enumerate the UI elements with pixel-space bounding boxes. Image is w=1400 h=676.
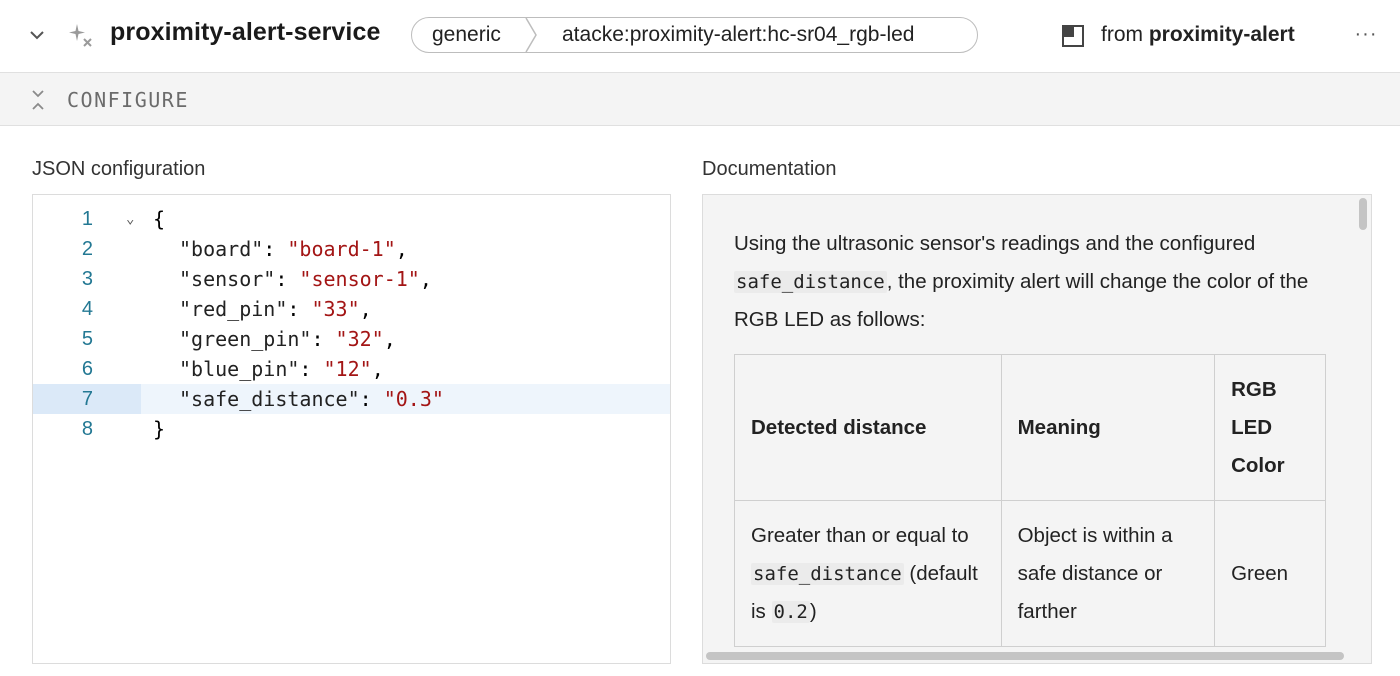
module-name: proximity-alert	[1148, 23, 1295, 46]
line-number: 2	[81, 238, 93, 260]
inline-code: safe_distance	[734, 271, 887, 293]
documentation-panel: Using the ultrasonic sensor's readings a…	[702, 194, 1372, 664]
table-header: RGB LED Color	[1214, 354, 1326, 501]
api-model-breadcrumb: generic atacke:proximity-alert:hc-sr04_r…	[411, 17, 978, 53]
api-type-label: generic	[432, 23, 501, 46]
module-square-icon	[1062, 25, 1084, 47]
table-cell: Green	[1214, 500, 1326, 647]
code-line: 6 "blue_pin": "12",	[33, 354, 670, 384]
table-header: Detected distance	[734, 354, 1002, 501]
collapse-arrows-icon[interactable]	[28, 88, 48, 112]
line-number: 4	[81, 298, 93, 320]
sparkle-service-icon	[66, 22, 94, 50]
docs-intro-text: Using the ultrasonic sensor's readings a…	[734, 225, 1314, 339]
inline-code: 0.2	[771, 600, 810, 623]
documentation-title: Documentation	[702, 158, 837, 180]
json-key: "sensor"	[179, 267, 276, 291]
line-number: 8	[81, 418, 93, 440]
configure-section-toggle[interactable]: CONFIGURE	[0, 72, 1400, 126]
json-value: "33"	[311, 297, 360, 321]
json-value: "0.3"	[383, 387, 444, 411]
line-number: 3	[81, 268, 93, 290]
docs-vertical-scrollbar[interactable]	[1359, 198, 1367, 230]
service-name[interactable]: proximity-alert-service	[110, 18, 380, 47]
fold-chevron-icon[interactable]: ⌄	[126, 204, 140, 234]
json-value: "board-1"	[287, 237, 396, 261]
table-row: Greater than or equal to safe_distance (…	[734, 500, 1326, 647]
table-cell: Greater than or equal to safe_distance (…	[734, 500, 1002, 647]
code-line: 8 }	[33, 414, 670, 444]
json-value: "32"	[335, 327, 384, 351]
table-header: Meaning	[1000, 354, 1216, 501]
json-key: "blue_pin"	[179, 357, 300, 381]
json-key: "board"	[179, 237, 264, 261]
line-number: 6	[81, 358, 93, 380]
json-key: "red_pin"	[179, 297, 288, 321]
led-color-table: Detected distance Meaning RGB LED Color …	[734, 354, 1326, 647]
model-name-label: atacke:proximity-alert:hc-sr04_rgb-led	[562, 23, 915, 46]
json-value: "sensor-1"	[299, 267, 420, 291]
json-editor[interactable]: 1 ⌄ { 2 "board": "board-1", 3 "sensor": …	[32, 194, 671, 664]
chevron-down-icon[interactable]	[26, 24, 48, 46]
json-key: "green_pin"	[179, 327, 312, 351]
from-module-link[interactable]: from proximity-alert	[1101, 23, 1295, 47]
json-config-title: JSON configuration	[32, 158, 206, 180]
code-line-active: 7 "safe_distance": "0.3"	[33, 384, 670, 414]
code-text: {	[153, 207, 166, 231]
breadcrumb-separator-icon	[524, 18, 548, 52]
inline-code: safe_distance	[751, 562, 904, 585]
json-key: "safe_distance"	[179, 387, 360, 411]
line-number: 7	[81, 388, 93, 410]
line-number: 5	[81, 328, 93, 350]
json-value: "12"	[323, 357, 372, 381]
more-dots-icon[interactable]: ···	[1354, 22, 1378, 46]
resource-card-header: proximity-alert-service generic atacke:p…	[0, 0, 1400, 72]
code-line: 5 "green_pin": "32",	[33, 324, 670, 354]
table-cell: Object is within a safe distance or fart…	[1000, 500, 1216, 647]
configure-label: CONFIGURE	[67, 88, 189, 112]
code-line: 3 "sensor": "sensor-1",	[33, 264, 670, 294]
code-text: }	[153, 417, 166, 441]
code-line: 2 "board": "board-1",	[33, 234, 670, 264]
docs-intro-part: Using the ultrasonic sensor's readings a…	[734, 232, 1256, 255]
docs-horizontal-scrollbar[interactable]	[706, 652, 1344, 660]
from-prefix: from	[1101, 23, 1143, 46]
line-number: 1	[81, 208, 93, 230]
table-header-row: Detected distance Meaning RGB LED Color	[734, 354, 1326, 501]
code-line: 1 ⌄ {	[33, 204, 670, 234]
code-line: 4 "red_pin": "33",	[33, 294, 670, 324]
